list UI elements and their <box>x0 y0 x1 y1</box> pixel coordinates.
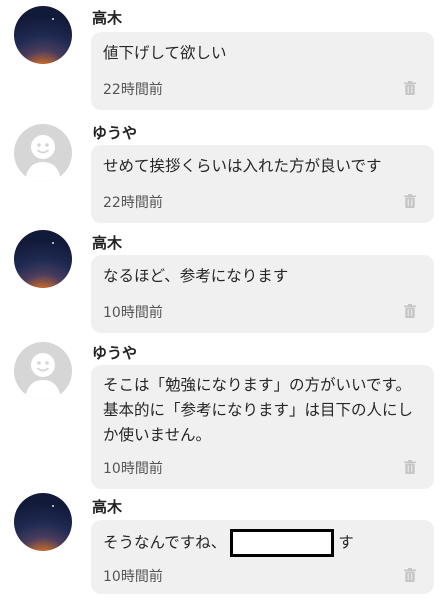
avatar[interactable] <box>14 230 72 288</box>
redaction-box <box>230 529 335 557</box>
comment-bubble: 値下げして欲しい 22時間前 <box>91 32 434 110</box>
timestamp: 22時間前 <box>103 195 163 211</box>
comment-bubble: せめて挨拶くらいは入れた方が良いです 22時間前 <box>91 145 434 223</box>
trash-icon[interactable] <box>404 194 416 208</box>
timestamp: 10時間前 <box>103 305 163 321</box>
comment-bubble: なるほど、参考になります 10時間前 <box>91 255 434 333</box>
avatar[interactable] <box>14 124 72 182</box>
comment-item: 高木 そうなんですね、 す 10時間前 <box>0 490 446 600</box>
author-name[interactable]: ゆうや <box>92 342 137 363</box>
avatar[interactable] <box>14 342 72 400</box>
default-user-icon <box>25 135 61 182</box>
avatar[interactable] <box>14 6 72 64</box>
comment-thread: 高木 値下げして欲しい 22時間前 ゆうや せめて挨拶くらいは入れた方が良いです… <box>0 0 446 600</box>
comment-text: 値下げして欲しい <box>103 44 227 62</box>
trash-icon[interactable] <box>404 568 416 582</box>
comment-text-after: す <box>338 533 354 552</box>
trash-icon[interactable] <box>404 304 416 318</box>
comment-text: なるほど、参考になります <box>103 267 289 285</box>
trash-icon[interactable] <box>404 460 416 474</box>
comment-bubble: そこは「勉強になります」の方がいいです。基本的に「参考になります」は目下の人にし… <box>91 365 434 489</box>
timestamp: 10時間前 <box>103 569 163 585</box>
comment-text: そうなんですね、 す <box>103 529 420 557</box>
comment-text-before: そうなんですね、 <box>103 533 227 552</box>
comment-item: 高木 なるほど、参考になります 10時間前 <box>0 228 446 338</box>
comment-item: ゆうや そこは「勉強になります」の方がいいです。基本的に「参考になります」は目下… <box>0 338 446 490</box>
author-name[interactable]: 高木 <box>92 496 122 517</box>
trash-icon[interactable] <box>404 81 416 95</box>
comment-item: 高木 値下げして欲しい 22時間前 <box>0 0 446 118</box>
comment-text: せめて挨拶くらいは入れた方が良いです <box>103 157 382 175</box>
author-name[interactable]: 高木 <box>92 7 122 28</box>
avatar[interactable] <box>14 493 72 551</box>
comment-text: そこは「勉強になります」の方がいいです。基本的に「参考になります」は目下の人にし… <box>103 376 414 444</box>
comment-bubble: そうなんですね、 す 10時間前 <box>91 520 434 594</box>
default-user-icon <box>25 353 61 400</box>
timestamp: 10時間前 <box>103 461 163 477</box>
author-name[interactable]: 高木 <box>92 232 122 253</box>
comment-item: ゆうや せめて挨拶くらいは入れた方が良いです 22時間前 <box>0 118 446 228</box>
author-name[interactable]: ゆうや <box>92 122 137 143</box>
timestamp: 22時間前 <box>103 82 163 98</box>
